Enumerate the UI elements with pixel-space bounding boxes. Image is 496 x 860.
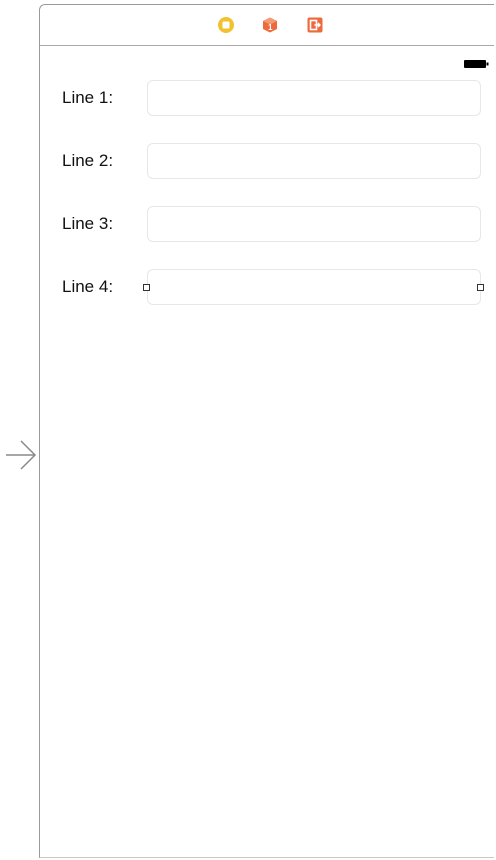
svg-text:1: 1 bbox=[268, 23, 273, 32]
view-controller-icon[interactable] bbox=[217, 16, 235, 34]
form-row-line-3: Line 3: bbox=[40, 206, 494, 244]
left-resize-handle[interactable] bbox=[143, 284, 150, 291]
first-responder-icon[interactable]: 1 bbox=[261, 16, 279, 34]
exit-icon[interactable] bbox=[306, 16, 324, 34]
line-3-text-field[interactable] bbox=[147, 206, 481, 242]
battery-icon bbox=[464, 60, 489, 68]
form-row-line-2: Line 2: bbox=[40, 143, 494, 181]
form-row-line-4: Line 4: bbox=[40, 269, 494, 307]
form-row-line-1: Line 1: bbox=[40, 80, 494, 118]
line-4-label: Line 4: bbox=[62, 277, 114, 296]
line-2-label: Line 2: bbox=[62, 151, 114, 170]
line-2-text-field[interactable] bbox=[147, 143, 481, 179]
view-controller-scene[interactable]: 1 Line 1: Line 2: Line 3: Line 4: bbox=[39, 4, 494, 858]
right-resize-handle[interactable] bbox=[477, 284, 484, 291]
scene-dock: 1 bbox=[40, 5, 494, 46]
line-3-label: Line 3: bbox=[62, 214, 114, 233]
line-1-text-field[interactable] bbox=[147, 80, 481, 116]
storyboard-canvas: 1 Line 1: Line 2: Line 3: Line 4: bbox=[0, 0, 496, 860]
entry-point-arrow-icon[interactable] bbox=[4, 438, 38, 472]
line-4-text-field[interactable] bbox=[147, 269, 481, 305]
line-1-label: Line 1: bbox=[62, 88, 114, 107]
